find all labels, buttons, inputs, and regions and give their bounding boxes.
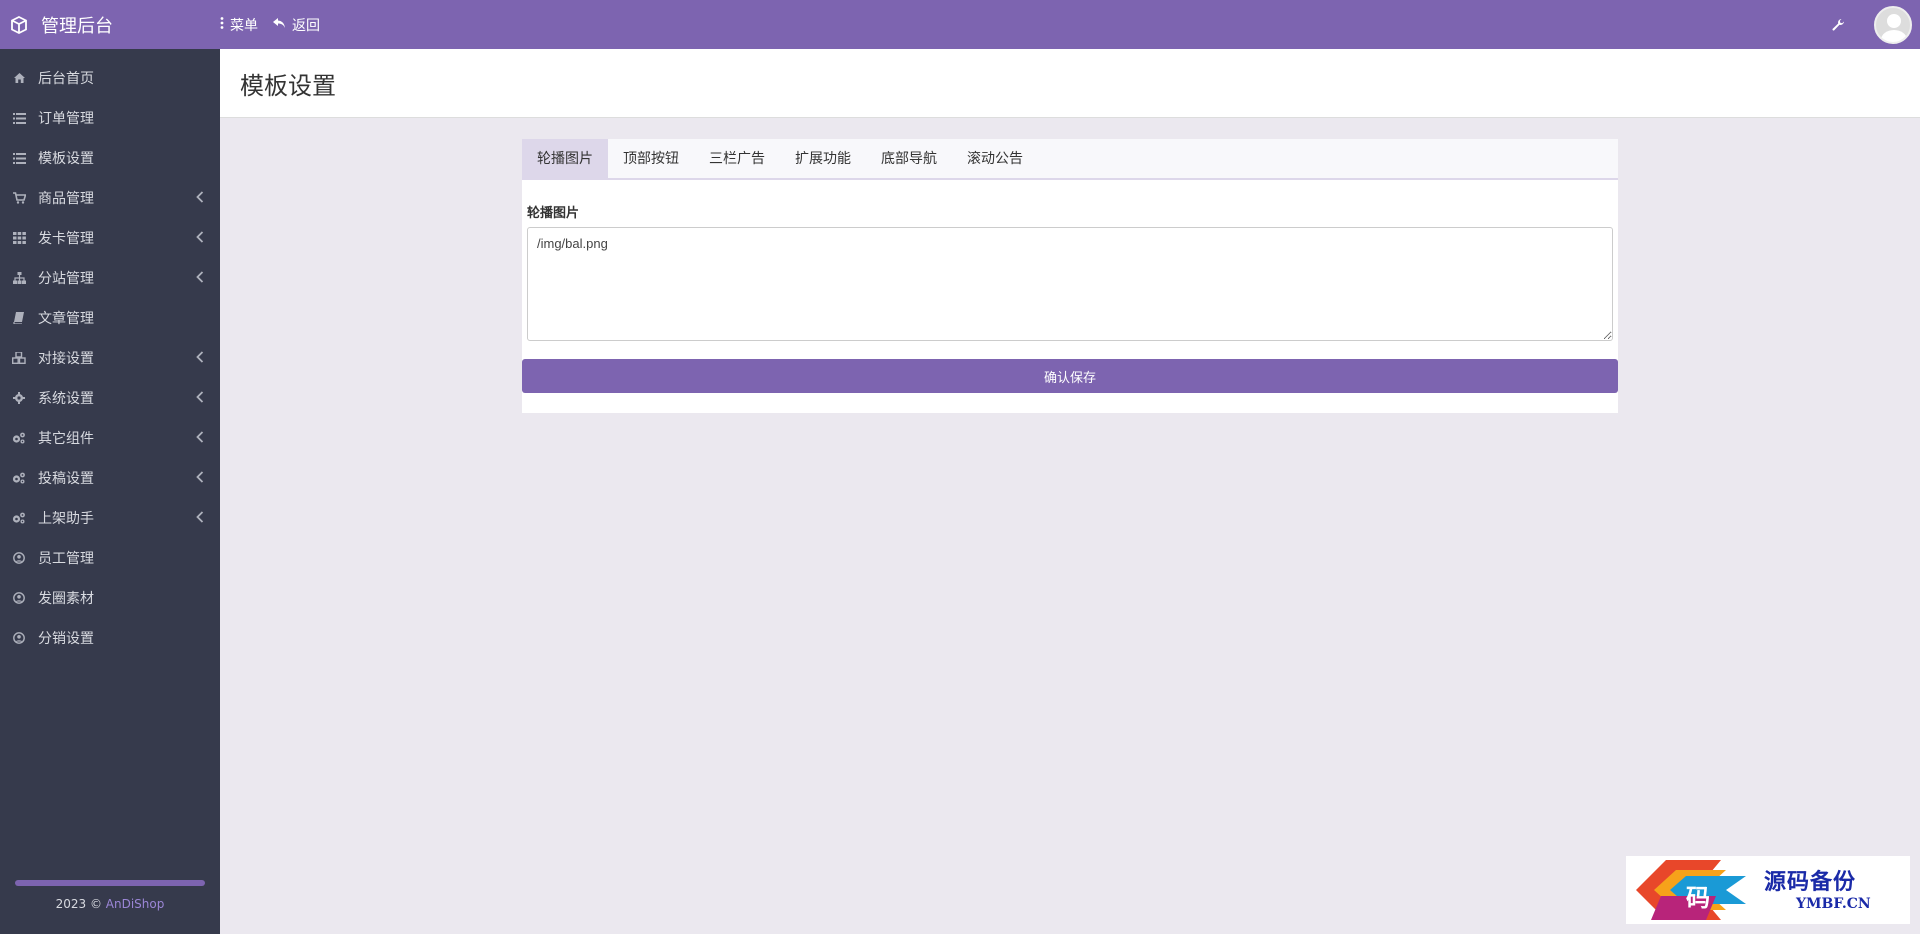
menu-toggle-button[interactable]: 菜单 bbox=[220, 15, 258, 35]
gear-icon bbox=[12, 391, 26, 405]
chevron-left-icon bbox=[196, 471, 206, 485]
sidebar-item[interactable]: 上架助手 bbox=[0, 498, 220, 538]
list-icon bbox=[12, 111, 26, 125]
cubes-icon bbox=[12, 351, 26, 365]
sidebar-item-label: 订单管理 bbox=[38, 111, 94, 127]
watermark-text: 源码备份 bbox=[1764, 869, 1857, 895]
sidebar-item-label: 系统设置 bbox=[38, 391, 94, 407]
top-right bbox=[1828, 0, 1920, 49]
sidebar-item[interactable]: 员工管理 bbox=[0, 538, 220, 578]
sidebar-item[interactable]: 投稿设置 bbox=[0, 458, 220, 498]
gears-icon bbox=[12, 431, 26, 445]
reply-icon bbox=[272, 17, 286, 33]
sidebar-item[interactable]: 发圈素材 bbox=[0, 578, 220, 618]
sidebar-item-label: 员工管理 bbox=[38, 551, 94, 567]
tab[interactable]: 底部导航 bbox=[866, 139, 952, 178]
vertical-ellipsis-icon bbox=[220, 16, 224, 33]
user-circle-icon bbox=[12, 591, 26, 605]
top-bar: 管理后台 菜单 返回 bbox=[0, 0, 1920, 49]
wrench-icon[interactable] bbox=[1828, 15, 1848, 35]
watermark-sub: YMBF.CN bbox=[1796, 896, 1871, 912]
sidebar-item[interactable]: 商品管理 bbox=[0, 178, 220, 218]
copyright-link[interactable]: AnDiShop bbox=[106, 897, 165, 911]
grid-icon bbox=[12, 231, 26, 245]
chevron-left-icon bbox=[196, 391, 206, 405]
chevron-left-icon bbox=[196, 431, 206, 445]
sidebar-item[interactable]: 文章管理 bbox=[0, 298, 220, 338]
sidebar-item[interactable]: 订单管理 bbox=[0, 98, 220, 138]
sidebar-item[interactable]: 其它组件 bbox=[0, 418, 220, 458]
field-label: 轮播图片 bbox=[527, 206, 580, 221]
tab[interactable]: 扩展功能 bbox=[780, 139, 866, 178]
menu-label: 菜单 bbox=[230, 17, 258, 34]
sidebar: 后台首页订单管理模板设置商品管理发卡管理分站管理文章管理对接设置系统设置其它组件… bbox=[0, 49, 220, 934]
app-title: 管理后台 bbox=[41, 15, 113, 37]
sidebar-item[interactable]: 对接设置 bbox=[0, 338, 220, 378]
sidebar-item[interactable]: 发卡管理 bbox=[0, 218, 220, 258]
sidebar-item[interactable]: 模板设置 bbox=[0, 138, 220, 178]
chevron-left-icon bbox=[196, 191, 206, 205]
chevron-left-icon bbox=[196, 271, 206, 285]
settings-panel: 轮播图片顶部按钮三栏广告扩展功能底部导航滚动公告 轮播图片 确认保存 bbox=[522, 139, 1618, 413]
top-nav: 菜单 返回 bbox=[220, 15, 320, 35]
sidebar-item-label: 分站管理 bbox=[38, 271, 94, 287]
gears-icon bbox=[12, 471, 26, 485]
tab[interactable]: 轮播图片 bbox=[522, 139, 608, 178]
chevron-left-icon bbox=[196, 231, 206, 245]
carousel-images-textarea[interactable] bbox=[527, 227, 1613, 341]
sidebar-item-label: 商品管理 bbox=[38, 191, 94, 207]
page-title: 模板设置 bbox=[240, 72, 336, 100]
back-button[interactable]: 返回 bbox=[272, 15, 320, 35]
sidebar-item-label: 模板设置 bbox=[38, 151, 94, 167]
sidebar-menu: 后台首页订单管理模板设置商品管理发卡管理分站管理文章管理对接设置系统设置其它组件… bbox=[0, 49, 220, 658]
save-button[interactable]: 确认保存 bbox=[522, 359, 1618, 393]
sidebar-item[interactable]: 后台首页 bbox=[0, 58, 220, 98]
home-icon bbox=[12, 71, 26, 85]
sidebar-item-label: 上架助手 bbox=[38, 511, 94, 527]
sidebar-item-label: 对接设置 bbox=[38, 351, 94, 367]
brand[interactable]: 管理后台 bbox=[0, 0, 220, 49]
chevron-left-icon bbox=[196, 511, 206, 525]
sidebar-item-label: 发圈素材 bbox=[38, 591, 94, 607]
back-label: 返回 bbox=[292, 17, 320, 34]
chevron-left-icon bbox=[196, 351, 206, 365]
page-header: 模板设置 bbox=[220, 49, 1920, 118]
watermark-logo: 码 源码备份 YMBF.CN bbox=[1626, 856, 1910, 924]
tab-bar: 轮播图片 顶部按钮 三栏广告 扩展功能 底部导航 滚动公告 bbox=[522, 139, 1618, 180]
watermark-glyph: 码 bbox=[1686, 883, 1710, 912]
tab[interactable]: 三栏广告 bbox=[694, 139, 780, 178]
user-circle-icon bbox=[12, 631, 26, 645]
tab[interactable]: 滚动公告 bbox=[952, 139, 1038, 178]
cart-icon bbox=[12, 191, 26, 205]
sidebar-item[interactable]: 分站管理 bbox=[0, 258, 220, 298]
sidebar-scrollbar[interactable] bbox=[15, 880, 205, 886]
avatar[interactable] bbox=[1874, 5, 1912, 44]
sidebar-item-label: 其它组件 bbox=[38, 431, 94, 447]
sidebar-item-label: 后台首页 bbox=[38, 71, 94, 87]
sidebar-footer: 2023 © AnDiShop bbox=[0, 874, 220, 934]
sidebar-item-label: 发卡管理 bbox=[38, 231, 94, 247]
sidebar-item[interactable]: 分销设置 bbox=[0, 618, 220, 658]
list-icon bbox=[12, 151, 26, 165]
sidebar-item[interactable]: 系统设置 bbox=[0, 378, 220, 418]
tab[interactable]: 顶部按钮 bbox=[608, 139, 694, 178]
book-icon bbox=[12, 311, 26, 325]
sidebar-item-label: 分销设置 bbox=[38, 631, 94, 647]
user-circle-icon bbox=[12, 551, 26, 565]
gears-icon bbox=[12, 511, 26, 525]
sitemap-icon bbox=[12, 271, 26, 285]
sidebar-item-label: 投稿设置 bbox=[38, 471, 94, 487]
sidebar-item-label: 文章管理 bbox=[38, 311, 94, 327]
copyright: 2023 © AnDiShop bbox=[55, 897, 165, 911]
cube-icon bbox=[9, 15, 29, 35]
